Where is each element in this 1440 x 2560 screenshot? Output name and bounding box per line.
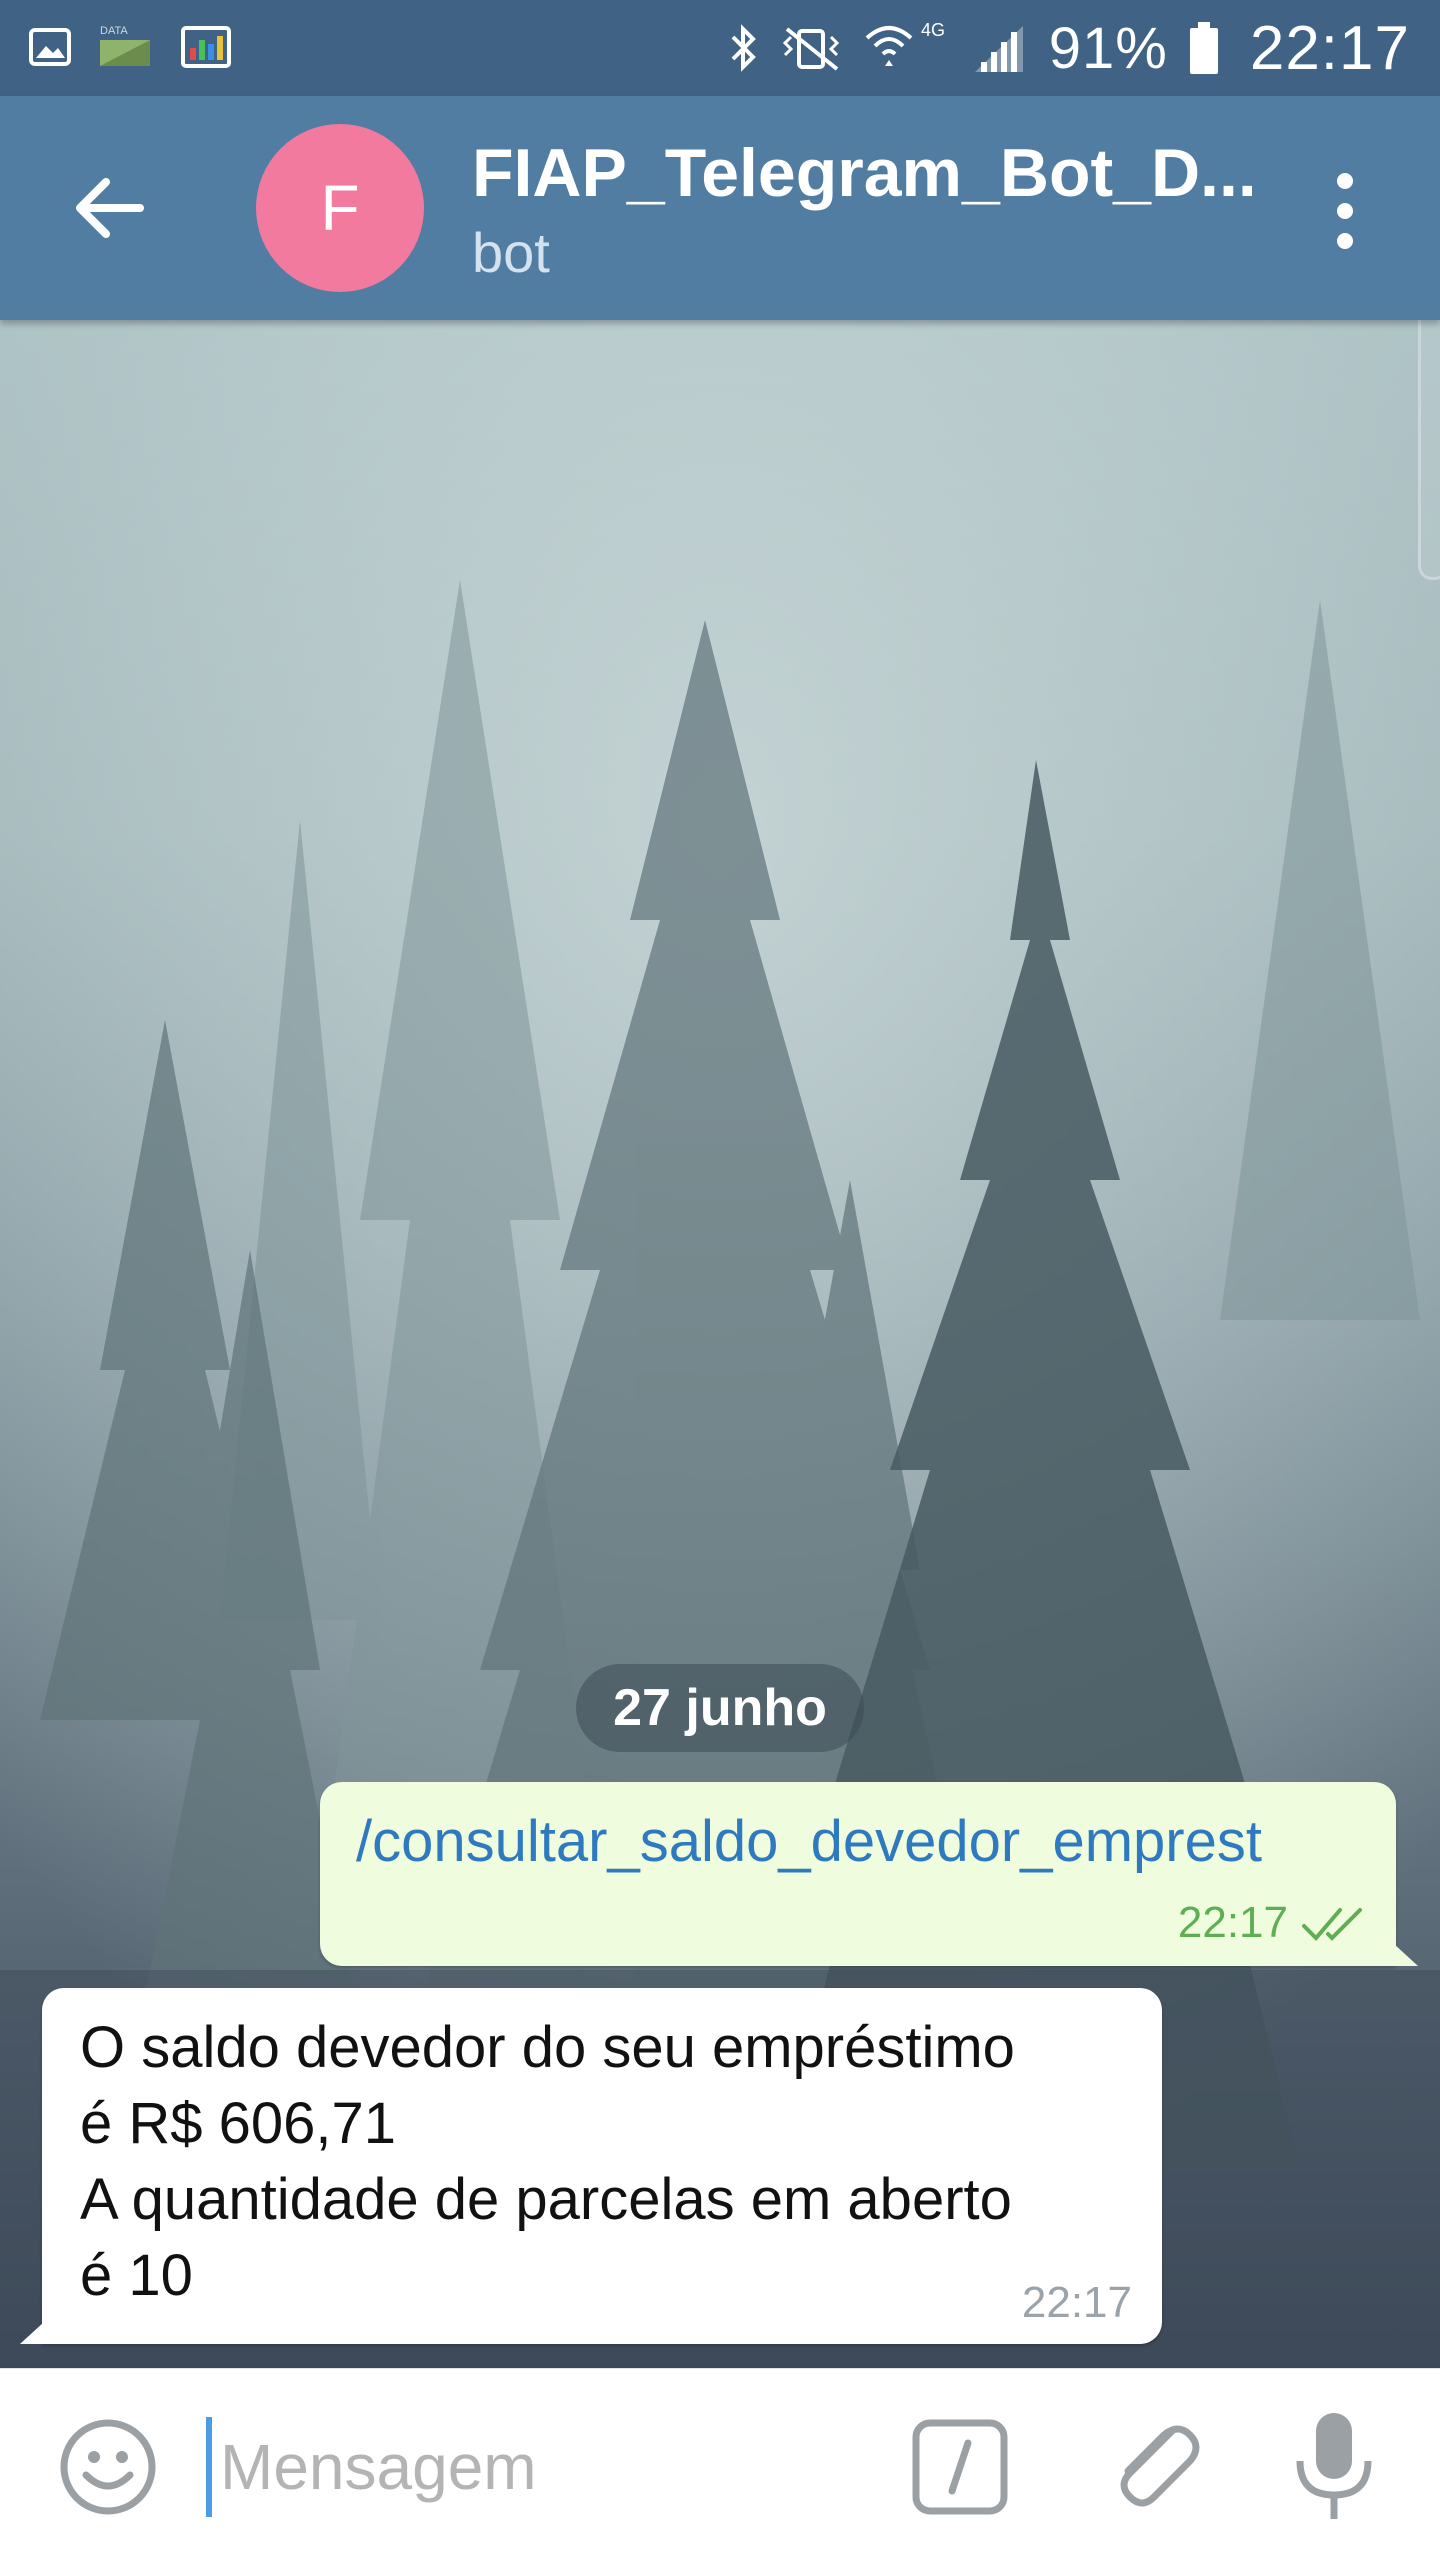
emoji-icon[interactable]	[58, 2417, 158, 2517]
notification-icons: DATA	[28, 22, 232, 72]
chat-subtitle: bot	[472, 221, 550, 284]
message-composer	[0, 2368, 1440, 2560]
avatar[interactable]: F	[256, 124, 424, 292]
wifi-icon: 4G	[865, 20, 945, 66]
chat-header: F FIAP_Telegram_Bot_D... bot	[0, 96, 1440, 320]
status-clock: 22:17	[1249, 13, 1410, 83]
message-line: O saldo devedor do seu empréstimo	[80, 2015, 1015, 2080]
chart-app-icon	[181, 26, 231, 68]
back-arrow-icon[interactable]	[70, 168, 150, 248]
data-icon: DATA	[100, 25, 150, 66]
message-time: 22:17	[1177, 1898, 1288, 1947]
message-line: A quantidade de parcelas em aberto	[80, 2167, 1012, 2232]
message-line: é R$ 606,71	[80, 2091, 397, 2156]
message-line: é 10	[80, 2243, 193, 2308]
attach-icon[interactable]	[1102, 2411, 1202, 2521]
data-label: DATA	[100, 25, 128, 37]
battery-percent: 91%	[1048, 15, 1168, 81]
bluetooth-icon	[731, 24, 756, 72]
command-link[interactable]: /consultar_saldo_devedor_emprest	[356, 1808, 1262, 1875]
network-type-label: 4G	[921, 20, 945, 40]
system-indicators: 4G 91% 22:17	[729, 0, 1410, 96]
chat-title[interactable]: FIAP_Telegram_Bot_D...	[472, 134, 1252, 212]
gallery-icon	[29, 28, 71, 66]
double-check-icon	[1302, 1908, 1362, 1941]
fast-scroll-handle[interactable]	[1418, 320, 1440, 580]
message-input[interactable]	[206, 2417, 846, 2517]
message-time: 22:17	[1021, 2278, 1132, 2327]
more-options-icon[interactable]	[1310, 166, 1380, 256]
outgoing-message[interactable]: /consultar_saldo_devedor_emprest 22:17	[320, 1782, 1418, 1966]
incoming-message[interactable]: O saldo devedor do seu empréstimo é R$ 6…	[20, 1988, 1162, 2344]
battery-icon	[1189, 22, 1218, 74]
vibrate-icon	[782, 27, 839, 71]
date-separator: 27 junho	[576, 1664, 864, 1752]
signal-icon	[974, 26, 1023, 72]
bot-command-icon[interactable]	[910, 2417, 1010, 2517]
chat-area[interactable]: 27 junho /consultar_saldo_devedor_empres…	[0, 320, 1440, 2368]
microphone-icon[interactable]	[1288, 2409, 1380, 2525]
status-bar: DATA 4G 91% 22:17	[0, 0, 1440, 96]
